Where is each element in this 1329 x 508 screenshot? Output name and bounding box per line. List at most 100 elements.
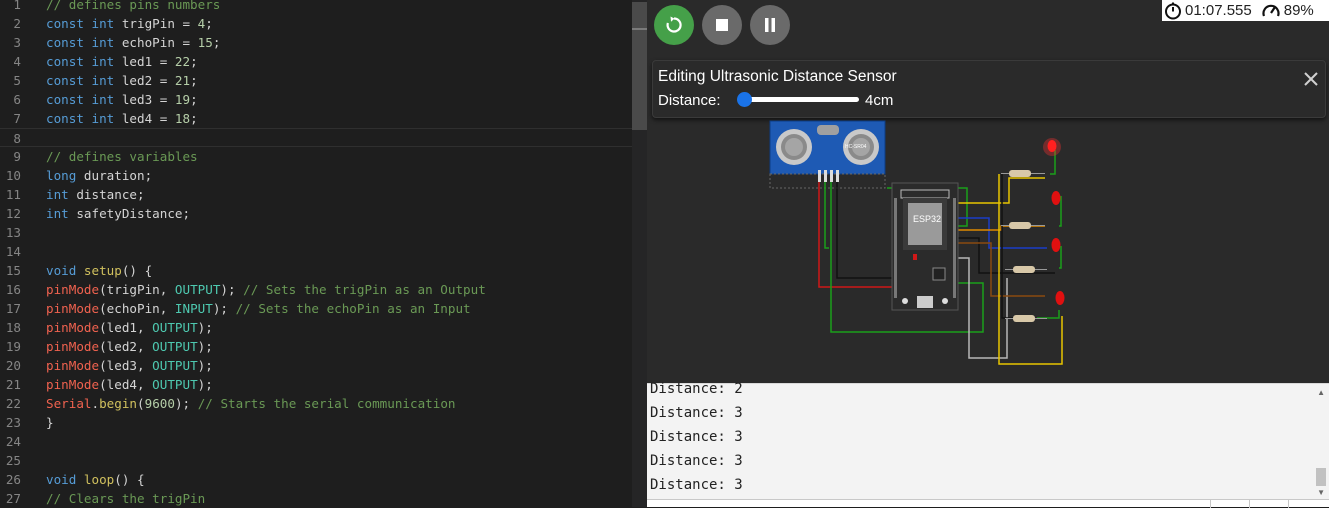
code-token: pinMode [46, 301, 100, 316]
pause-icon [765, 18, 775, 32]
serial-output-line: Distance: 3 [650, 429, 743, 445]
line-number: 3 [13, 35, 21, 50]
code-token: 21 [174, 73, 191, 88]
code-token: duration; [83, 168, 153, 183]
code-editor[interactable]: 1 // defines pins numbers 2 const int trigP… [0, 0, 647, 507]
code-line[interactable]: 15 void setup() { [0, 261, 632, 280]
simulation-canvas[interactable]: 01:07.555 89% Editing Ultrasonic Distanc… [647, 0, 1329, 383]
code-text: const int echoPin = 15; [46, 33, 220, 52]
scroll-down-icon[interactable]: ▼ [1317, 488, 1325, 497]
code-text: pinMode(led4, OUTPUT); [46, 375, 213, 394]
code-line[interactable]: 10 long duration; [0, 166, 632, 185]
code-token: (led1, [99, 320, 153, 335]
part-editor-panel: Editing Ultrasonic Distance Sensor Dista… [652, 60, 1326, 118]
code-line[interactable]: 18 pinMode(led1, OUTPUT); [0, 318, 632, 337]
code-text: pinMode(trigPin, OUTPUT); // Sets the tr… [46, 280, 486, 299]
code-line[interactable]: 23} [0, 413, 632, 432]
line-number: 2 [13, 16, 21, 31]
led-1[interactable] [1047, 140, 1057, 152]
restart-simulation-button[interactable] [654, 5, 694, 45]
code-line[interactable]: 1 // defines pins numbers [0, 0, 632, 14]
code-line[interactable]: 22 Serial.begin(9600); // Starts the seri… [0, 394, 632, 413]
code-line[interactable]: 25 [0, 451, 632, 470]
editor-scroll-marker [632, 28, 647, 30]
line-number: 26 [5, 472, 21, 487]
code-token: // Sets the trigPin as an Output [243, 282, 486, 297]
code-token: ; [190, 111, 198, 126]
code-line[interactable]: 9 // defines variables [0, 147, 632, 166]
line-number: 22 [5, 396, 21, 411]
serial-input-field[interactable] [647, 499, 1329, 508]
code-token: const int [46, 16, 122, 31]
code-line[interactable]: 5 const int led2 = 21; [0, 71, 632, 90]
board-label: ESP32 [913, 214, 941, 224]
code-token: pinMode [46, 320, 100, 335]
led-4[interactable] [1055, 291, 1065, 305]
editor-scrollbar-thumb[interactable] [632, 2, 647, 130]
code-line[interactable]: 3 const int echoPin = 15; [0, 33, 632, 52]
code-text: } [46, 413, 54, 432]
ultrasonic-sensor[interactable]: HC-SR04 [769, 120, 886, 189]
line-number: 9 [13, 149, 21, 164]
close-part-editor-button[interactable] [1299, 67, 1323, 91]
code-line[interactable]: 26 void loop() { [0, 470, 632, 489]
distance-slider-handle[interactable] [737, 92, 753, 107]
code-token: distance; [76, 187, 145, 202]
led-3[interactable] [1051, 238, 1061, 252]
distance-slider[interactable] [739, 97, 859, 102]
serial-output-line: Distance: 3 [650, 453, 743, 469]
code-token: ); [174, 396, 198, 411]
code-token: (led2, [99, 339, 153, 354]
code-token: ); [197, 339, 213, 354]
code-text: void loop() { [46, 470, 145, 489]
serial-scrollbar[interactable]: ▲ ▼ [1313, 384, 1329, 500]
code-text: // defines pins numbers [46, 0, 220, 14]
code-token: ); [197, 320, 213, 335]
code-token: // Clears the trigPin [46, 491, 206, 506]
esp32-board[interactable]: ESP32 [891, 182, 959, 311]
code-token: // Starts the serial communication [197, 396, 456, 411]
pause-simulation-button[interactable] [750, 5, 790, 45]
code-token: long [46, 168, 84, 183]
code-line[interactable]: 21 pinMode(led4, OUTPUT); [0, 375, 632, 394]
code-line[interactable]: 16 pinMode(trigPin, OUTPUT); // Sets the … [0, 280, 632, 299]
code-line[interactable]: 20 pinMode(led3, OUTPUT); [0, 356, 632, 375]
code-line[interactable]: 13 [0, 223, 632, 242]
led-2[interactable] [1051, 191, 1061, 205]
code-text: void setup() { [46, 261, 152, 280]
line-number: 6 [13, 92, 21, 107]
stop-simulation-button[interactable] [702, 5, 742, 45]
code-token: 15 [197, 35, 213, 50]
code-line[interactable]: 4 const int led1 = 22; [0, 52, 632, 71]
serial-monitor[interactable]: Distance: 2 Distance: 3 Distance: 3 Distanc… [647, 381, 1329, 508]
code-line[interactable]: 2 const int trigPin = 4; [0, 14, 632, 33]
distance-label: Distance: [658, 92, 721, 109]
code-token: echoPin = [121, 35, 198, 50]
code-token: . [91, 396, 100, 411]
code-token: OUTPUT [152, 377, 198, 392]
line-number: 10 [5, 168, 21, 183]
code-line[interactable]: 6 const int led3 = 19; [0, 90, 632, 109]
code-line[interactable]: 11 int distance; [0, 185, 632, 204]
code-line[interactable]: 17 pinMode(echoPin, INPUT); // Sets the e… [0, 299, 632, 318]
code-line[interactable]: 27 // Clears the trigPin [0, 489, 632, 507]
code-line[interactable]: 7 const int led4 = 18; [0, 109, 632, 128]
scroll-up-icon[interactable]: ▲ [1317, 388, 1325, 397]
code-token: ); [212, 301, 236, 316]
code-line[interactable]: 19 pinMode(led2, OUTPUT); [0, 337, 632, 356]
circuit-diagram[interactable]: HC-SR04 ESP32 [647, 118, 1329, 383]
code-line[interactable]: 8 [0, 128, 632, 147]
code-text: const int trigPin = 4; [46, 14, 213, 33]
code-token: (trigPin, [99, 282, 175, 297]
code-token: 9600 [144, 396, 175, 411]
code-token: int [46, 187, 77, 202]
code-line[interactable]: 14 [0, 242, 632, 261]
code-line[interactable]: 24 [0, 432, 632, 451]
line-number: 23 [5, 415, 21, 430]
serial-scrollbar-thumb[interactable] [1316, 468, 1326, 486]
code-line[interactable]: 12 int safetyDistance; [0, 204, 632, 223]
code-token: const int [46, 54, 122, 69]
code-token: begin [99, 396, 138, 411]
code-token: 19 [174, 92, 191, 107]
line-number: 8 [13, 131, 21, 146]
